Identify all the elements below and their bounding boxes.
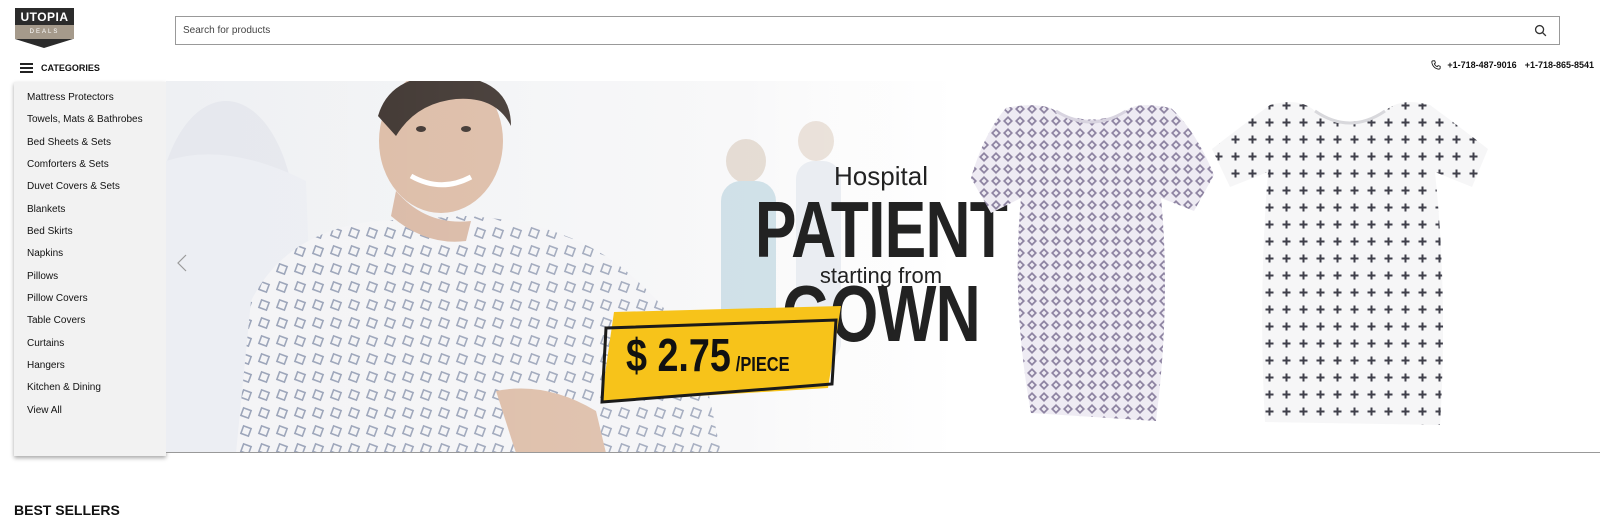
price-unit: /PIECE [735, 354, 790, 376]
hero-banner[interactable]: Hospital PATIENT GOWN starting from $ 2.… [166, 81, 1600, 453]
phone-link-1[interactable]: +1-718-487-9016 [1447, 60, 1516, 70]
hamburger-icon [20, 63, 33, 73]
contact-phones: +1-718-487-9016 +1-718-865-8541 [1431, 60, 1594, 70]
category-bar: CATEGORIES +1-718-487-9016 +1-718-865-85… [0, 57, 1600, 81]
logo-shape [15, 39, 73, 48]
phone-icon [1431, 60, 1441, 70]
menu-item-duvet-covers[interactable]: Duvet Covers & Sets [27, 181, 120, 192]
menu-item-kitchen-dining[interactable]: Kitchen & Dining [27, 382, 101, 393]
search-box [175, 16, 1560, 45]
gown-product-image-1 [971, 105, 1214, 421]
site-header: UTOPIA DEALS [0, 0, 1600, 60]
menu-item-towels[interactable]: Towels, Mats & Bathrobes [27, 114, 143, 125]
menu-item-curtains[interactable]: Curtains [27, 338, 64, 349]
menu-item-view-all[interactable]: View All [27, 405, 62, 416]
search-input[interactable] [176, 17, 1516, 44]
menu-item-bed-skirts[interactable]: Bed Skirts [27, 226, 73, 237]
phone-link-2[interactable]: +1-718-865-8541 [1525, 60, 1594, 70]
logo[interactable]: UTOPIA DEALS [15, 8, 74, 48]
slider-prev-arrow[interactable] [176, 253, 188, 273]
categories-menu: Mattress Protectors Towels, Mats & Bathr… [14, 82, 166, 456]
price-tag: $ 2.75/PIECE [626, 328, 790, 382]
menu-item-blankets[interactable]: Blankets [27, 204, 65, 215]
gown-product-image-2 [1212, 102, 1488, 425]
menu-item-table-covers[interactable]: Table Covers [27, 315, 85, 326]
menu-item-mattress-protectors[interactable]: Mattress Protectors [27, 92, 114, 103]
menu-item-hangers[interactable]: Hangers [27, 360, 65, 371]
logo-subtext: DEALS [15, 25, 74, 39]
categories-button[interactable]: CATEGORIES [20, 59, 100, 77]
menu-item-napkins[interactable]: Napkins [27, 248, 63, 259]
menu-item-pillow-covers[interactable]: Pillow Covers [27, 293, 88, 304]
menu-item-comforters[interactable]: Comforters & Sets [27, 159, 109, 170]
search-icon[interactable] [1534, 24, 1547, 37]
menu-item-bed-sheets[interactable]: Bed Sheets & Sets [27, 137, 111, 148]
categories-label: CATEGORIES [41, 63, 100, 73]
menu-item-pillows[interactable]: Pillows [27, 271, 58, 282]
best-sellers-heading: BEST SELLERS [14, 502, 120, 518]
price-value: $ 2.75 [626, 329, 731, 381]
